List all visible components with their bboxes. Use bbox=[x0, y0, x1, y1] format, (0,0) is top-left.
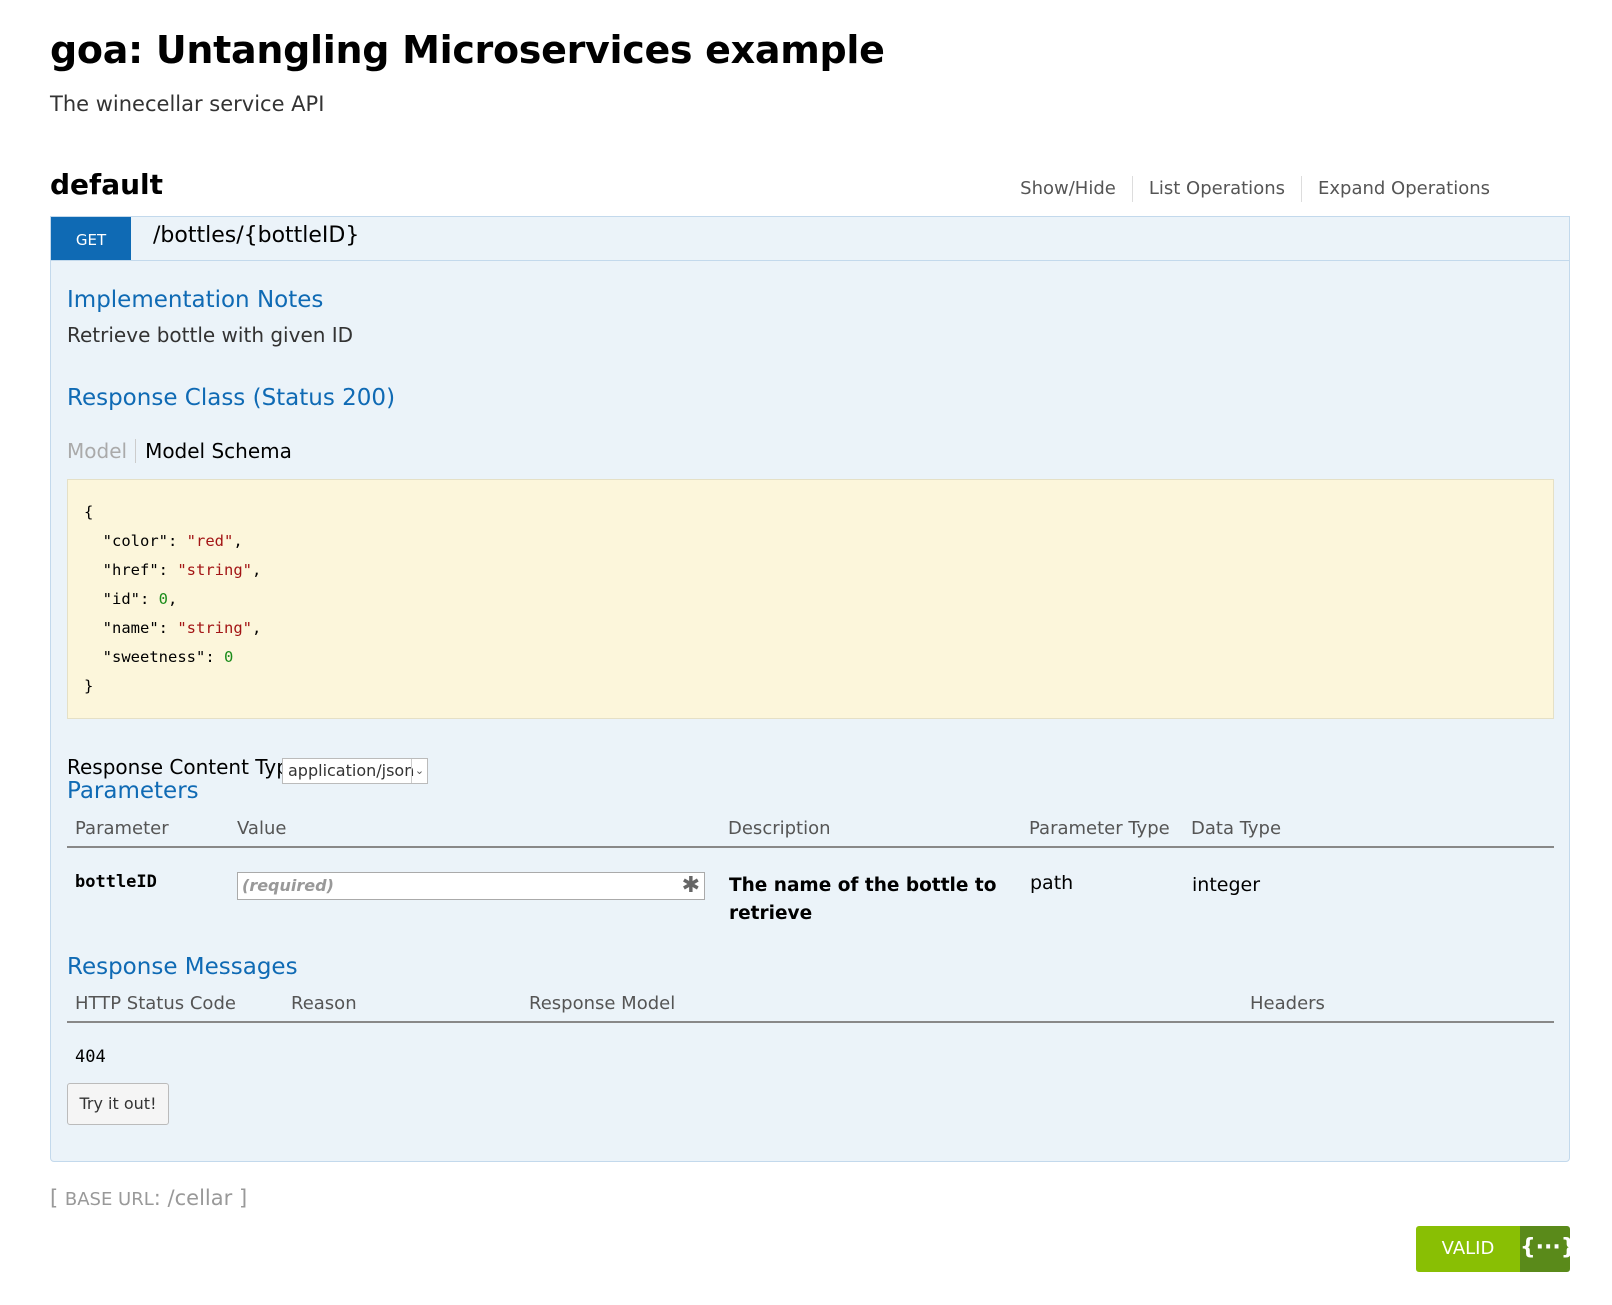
chevron-down-icon: ⌄ bbox=[411, 759, 427, 783]
model-tabs: Model Model Schema bbox=[67, 439, 292, 463]
param-col-parameter-type: Parameter Type bbox=[1029, 818, 1170, 839]
param-col-value: Value bbox=[237, 818, 287, 839]
param-name: bottleID bbox=[75, 872, 157, 892]
json-field-sweetness: "sweetness": 0 bbox=[102, 648, 234, 666]
base-url: [ Base URL: /cellar ] bbox=[50, 1186, 248, 1210]
bottle-id-input[interactable]: (required) ✱ bbox=[237, 872, 705, 900]
resource-actions: Show/Hide List Operations Expand Operati… bbox=[1004, 176, 1506, 202]
param-col-parameter: Parameter bbox=[75, 818, 169, 839]
page-subtitle: The winecellar service API bbox=[50, 92, 325, 116]
http-method-badge[interactable]: GET bbox=[51, 217, 131, 260]
response-status-code: 404 bbox=[75, 1047, 106, 1067]
json-field-id: "id": 0, bbox=[102, 590, 178, 608]
validator-text: VALID bbox=[1416, 1226, 1520, 1272]
response-content-type-select[interactable]: application/json ⌄ bbox=[282, 758, 428, 784]
operation-heading[interactable]: GET /bottles/{bottleID} bbox=[51, 217, 1569, 261]
json-field-color: "color": "red", bbox=[102, 532, 243, 550]
json-field-name: "name": "string", bbox=[102, 619, 262, 637]
list-operations-link[interactable]: List Operations bbox=[1131, 176, 1301, 202]
response-content-type-value: application/json bbox=[288, 761, 415, 780]
json-braces-icon: {···} bbox=[1520, 1226, 1570, 1272]
response-messages-heading: Response Messages bbox=[67, 954, 298, 980]
implementation-notes-heading: Implementation Notes bbox=[67, 287, 324, 313]
param-description: The name of the bottle to retrieve bbox=[729, 875, 997, 924]
expand-operations-link[interactable]: Expand Operations bbox=[1301, 176, 1506, 202]
operation-path[interactable]: /bottles/{bottleID} bbox=[153, 223, 359, 248]
response-content-type-label: Response Content Type bbox=[67, 755, 302, 779]
param-data-type: integer bbox=[1192, 874, 1261, 896]
try-it-out-button[interactable]: Try it out! bbox=[67, 1083, 169, 1125]
base-url-label: Base URL bbox=[64, 1189, 154, 1210]
json-close-brace: } bbox=[84, 677, 94, 695]
json-open-brace: { bbox=[84, 503, 94, 521]
tab-model-schema[interactable]: Model Schema bbox=[136, 439, 292, 463]
response-header-divider bbox=[67, 1021, 1554, 1023]
resp-col-status-code: HTTP Status Code bbox=[75, 993, 236, 1014]
resp-col-response-model: Response Model bbox=[529, 993, 676, 1014]
tab-model[interactable]: Model bbox=[67, 439, 137, 463]
required-asterisk-icon: ✱ bbox=[681, 873, 700, 898]
param-type: path bbox=[1030, 872, 1074, 894]
resp-col-headers: Headers bbox=[1250, 993, 1325, 1014]
parameters-header-divider bbox=[67, 846, 1554, 848]
parameters-heading: Parameters bbox=[67, 778, 199, 804]
response-class-heading: Response Class (Status 200) bbox=[67, 385, 396, 411]
show-hide-link[interactable]: Show/Hide bbox=[1004, 176, 1132, 202]
implementation-notes: Retrieve bottle with given ID bbox=[67, 323, 354, 347]
resource-name[interactable]: default bbox=[50, 168, 163, 201]
page-title: goa: Untangling Microservices example bbox=[50, 28, 885, 72]
json-field-href: "href": "string", bbox=[102, 561, 262, 579]
operation-panel: GET /bottles/{bottleID} Implementation N… bbox=[50, 216, 1570, 1162]
param-input-placeholder: (required) bbox=[242, 876, 334, 895]
model-schema-json[interactable]: { "color": "red", "href": "string", "id"… bbox=[67, 479, 1554, 719]
validator-badge[interactable]: VALID {···} bbox=[1416, 1226, 1570, 1272]
base-url-value: /cellar bbox=[167, 1186, 233, 1210]
param-col-description: Description bbox=[728, 818, 831, 839]
resp-col-reason: Reason bbox=[291, 993, 357, 1014]
param-col-data-type: Data Type bbox=[1191, 818, 1282, 839]
